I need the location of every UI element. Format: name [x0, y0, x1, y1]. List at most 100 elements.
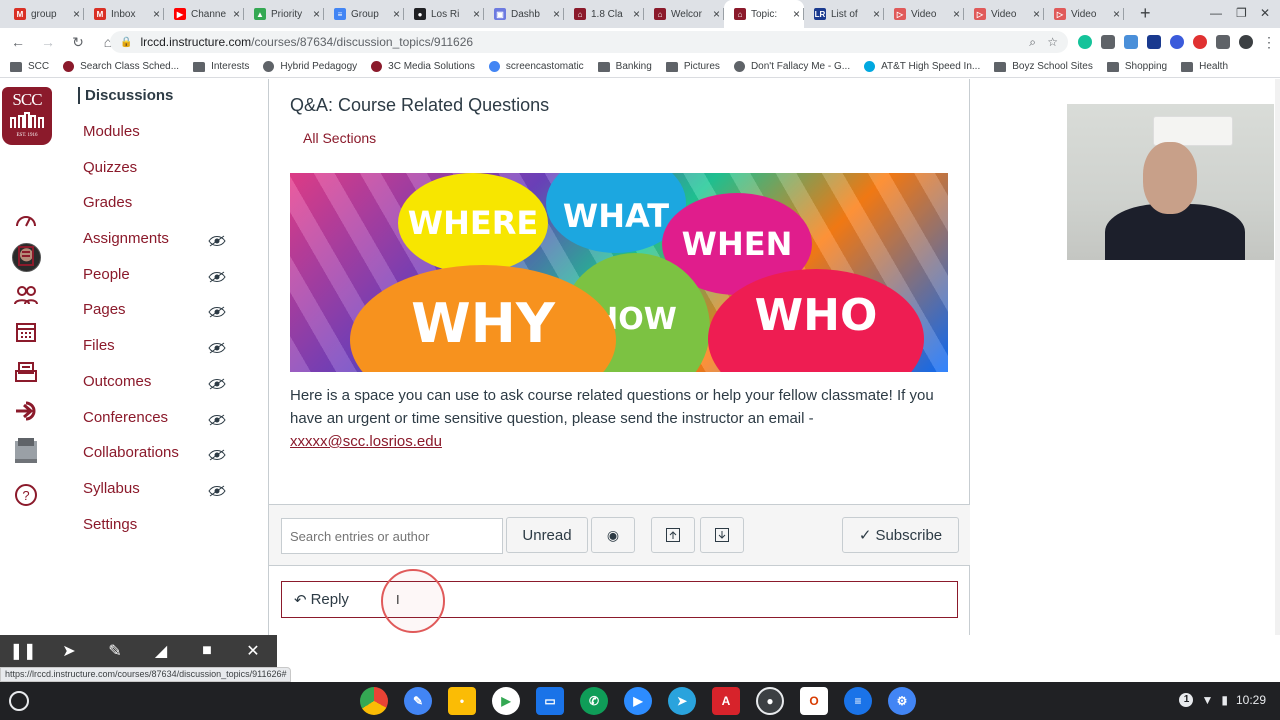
course-nav-files[interactable]: Files [83, 337, 115, 354]
back-icon[interactable]: ← [6, 34, 30, 50]
camera-icon[interactable]: ■ [184, 635, 230, 667]
extension-d-icon[interactable] [1170, 35, 1184, 49]
browser-tab[interactable]: ⌂ 1.8 Cla × [564, 0, 644, 28]
pen-app-icon[interactable]: ✎ [404, 687, 432, 715]
browser-tab[interactable]: ≡ Group × [324, 0, 404, 28]
browser-tab[interactable]: LR List of × [804, 0, 884, 28]
commons-icon[interactable] [13, 398, 39, 424]
telegram-icon[interactable]: ➤ [668, 687, 696, 715]
menu-icon[interactable]: ⋮ [1262, 34, 1276, 51]
browser-tab[interactable]: Mgroup × [4, 0, 84, 28]
phone-icon[interactable]: ✆ [580, 687, 608, 715]
bookmark-item[interactable]: SCC [10, 61, 49, 72]
bookmark-item[interactable]: Search Class Sched... [63, 61, 179, 72]
course-nav-people[interactable]: People [83, 266, 130, 283]
courses-icon[interactable] [13, 243, 39, 269]
extension-blue-icon[interactable] [1124, 35, 1138, 49]
grammarly-icon[interactable] [1078, 35, 1092, 49]
pointer-icon[interactable]: ➤ [46, 635, 92, 667]
bookmark-item[interactable]: 3C Media Solutions [371, 61, 475, 72]
tab-close-icon[interactable]: × [1113, 7, 1120, 21]
scc-logo[interactable]: SCC EST. 1916 [2, 87, 52, 145]
address-bar[interactable]: 🔒 lrccd.instructure.com/courses/87634/di… [110, 31, 1068, 53]
tab-close-icon[interactable]: × [153, 7, 160, 21]
inbox-icon[interactable] [13, 359, 39, 385]
tab-close-icon[interactable]: × [1033, 7, 1040, 21]
course-nav-conferences[interactable]: Conferences [83, 409, 168, 426]
acrobat-icon[interactable]: A [712, 687, 740, 715]
play-store-icon[interactable]: ▶ [492, 687, 520, 715]
course-nav-quizzes[interactable]: Quizzes [83, 159, 137, 176]
bookmark-item[interactable]: Health [1181, 61, 1228, 72]
bookmark-item[interactable]: AT&T High Speed In... [864, 61, 980, 72]
bookmark-item[interactable]: Pictures [665, 61, 720, 72]
reply-button[interactable]: ↶ Reply I [281, 569, 958, 633]
tab-close-icon[interactable]: × [313, 7, 320, 21]
tab-close-icon[interactable]: × [393, 7, 400, 21]
course-nav-settings[interactable]: Settings [83, 516, 137, 533]
pen-icon[interactable]: ✎ [92, 635, 138, 667]
extension-record-icon[interactable] [1193, 35, 1207, 49]
browser-tab[interactable]: ⌂ Topic: × [724, 0, 804, 28]
new-tab-button[interactable]: + [1140, 0, 1151, 28]
collapse-button[interactable] [651, 517, 695, 553]
tab-close-icon[interactable]: × [953, 7, 960, 21]
tab-close-icon[interactable]: × [793, 7, 800, 21]
tab-close-icon[interactable]: × [553, 7, 560, 21]
browser-tab[interactable]: ▲ Priority × [244, 0, 324, 28]
bookmark-item[interactable]: screencastomatic [488, 61, 584, 72]
screencast-icon[interactable]: ● [756, 687, 784, 715]
groups-icon[interactable] [13, 282, 39, 308]
course-nav-outcomes[interactable]: Outcomes [83, 373, 151, 390]
pause-icon[interactable]: ❚❚ [0, 635, 46, 667]
course-nav-pages[interactable]: Pages [83, 301, 126, 318]
bookmark-item[interactable]: Boyz School Sites [994, 61, 1093, 72]
settings-icon[interactable]: ⚙ [888, 687, 916, 715]
sections-label[interactable]: All Sections [303, 130, 376, 146]
browser-tab[interactable]: M Inbox × [84, 0, 164, 28]
course-nav-assignments[interactable]: Assignments [83, 230, 169, 247]
studio-icon[interactable] [10, 437, 42, 463]
reload-icon[interactable]: ↻ [66, 34, 90, 51]
zoom-icon[interactable]: ⌕ [1029, 35, 1036, 50]
tab-close-icon[interactable]: × [873, 7, 880, 21]
page-scrollbar[interactable] [1275, 79, 1280, 635]
zoom-app-icon[interactable]: ▶ [624, 687, 652, 715]
bookmark-item[interactable]: Interests [193, 61, 249, 72]
subscribe-button[interactable]: ✓ Subscribe [842, 517, 959, 553]
browser-tab[interactable]: ▶ Channe × [164, 0, 244, 28]
dashboard-icon[interactable] [13, 206, 39, 232]
minimize-button[interactable]: — [1210, 6, 1222, 20]
close-window-button[interactable]: ✕ [1260, 6, 1270, 20]
expand-button[interactable] [700, 517, 744, 553]
office-icon[interactable]: O [800, 687, 828, 715]
course-nav-discussions[interactable]: Discussions [78, 87, 173, 104]
browser-tab[interactable]: ▷ Video × [1044, 0, 1124, 28]
list-icon[interactable] [1101, 35, 1115, 49]
help-icon[interactable]: ? [13, 482, 39, 508]
tab-close-icon[interactable]: × [713, 7, 720, 21]
eraser-icon[interactable]: ◢ [138, 635, 184, 667]
search-entries-input[interactable] [281, 518, 503, 554]
browser-tab[interactable]: ⌂ Welcor × [644, 0, 724, 28]
system-tray[interactable]: 1 ▼ ▮ 10:29 [1179, 693, 1266, 707]
tab-close-icon[interactable]: × [633, 7, 640, 21]
instructor-email-link[interactable]: xxxxx@scc.losrios.edu [290, 433, 442, 450]
messages-icon[interactable]: ≡ [844, 687, 872, 715]
bookmark-star-icon[interactable]: ☆ [1047, 35, 1058, 49]
unread-button[interactable]: Unread [506, 517, 588, 553]
browser-tab[interactable]: ▷ Video × [884, 0, 964, 28]
launcher-icon[interactable] [9, 691, 29, 711]
keep-icon[interactable]: • [448, 687, 476, 715]
tab-close-icon[interactable]: × [233, 7, 240, 21]
tab-close-icon[interactable]: × [73, 7, 80, 21]
browser-tab[interactable]: ● Los Ri × [404, 0, 484, 28]
puzzle-icon[interactable] [1216, 35, 1230, 49]
browser-tab[interactable]: ▣ Dashb × [484, 0, 564, 28]
tab-close-icon[interactable]: × [473, 7, 480, 21]
bookmark-item[interactable]: Banking [597, 61, 652, 72]
bookmark-item[interactable]: Don't Fallacy Me - G... [733, 61, 850, 72]
bookmark-item[interactable]: Hybrid Pedagogy [263, 61, 357, 72]
course-nav-grades[interactable]: Grades [83, 194, 132, 211]
close-recorder-icon[interactable]: ✕ [230, 635, 276, 667]
